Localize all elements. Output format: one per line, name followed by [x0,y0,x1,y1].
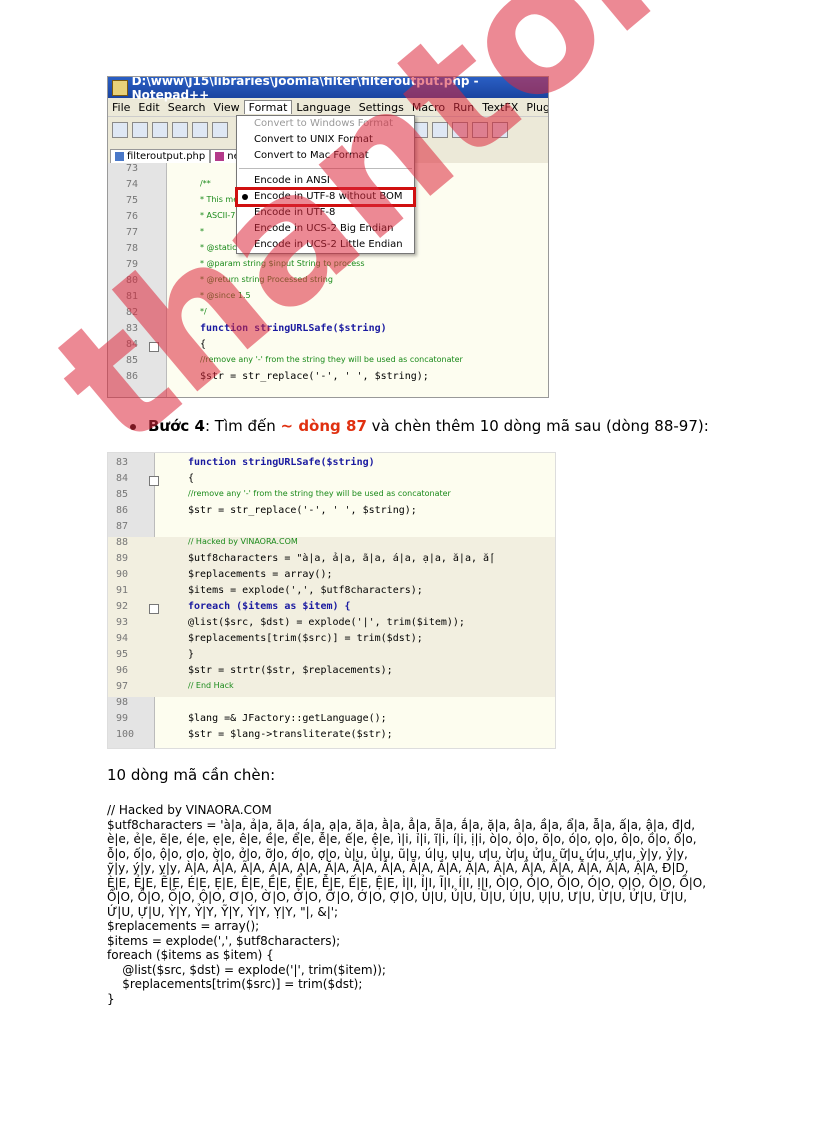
code-line: 90 $replacements = array(); [108,569,555,585]
menu-item-label: Encode in UTF-8 without BOM [254,191,403,202]
close-all-icon[interactable] [212,122,228,138]
code-line: 80 * @return string Processed string [126,275,333,286]
snippet-line: $replacements[trim($src)] = trim($dst); [107,977,363,991]
menu-plugins[interactable]: Plugins [522,101,548,114]
tab-filteroutput[interactable]: filteroutput.php [110,149,211,163]
menu-file[interactable]: File [108,101,134,114]
notepadpp-screenshot: D:\www\j15\libraries\joomla\filter\filte… [107,76,549,398]
fold-toggle-icon[interactable] [149,604,159,614]
code-line: 87 [116,521,129,532]
format-dropdown-menu: Convert to Windows Format Convert to UNI… [235,115,416,254]
snippet-line: // Hacked by VINAORA.COM [107,803,272,817]
menu-separator [239,168,412,169]
code-line: 100 $str = $lang->transliterate($str); [116,729,393,740]
step-text-rest: và chèn thêm 10 dòng mã sau (dòng 88-97)… [366,417,709,435]
notepad-app-icon [112,79,128,96]
snippet-line: foreach ($items as $item) { [107,948,274,962]
menu-bar: File Edit Search View Format Language Se… [108,98,548,116]
code-line: 85 //remove any '-' from the string they… [116,489,451,500]
menu-run[interactable]: Run [449,101,478,114]
save-all-icon[interactable] [172,122,188,138]
file-icon [215,152,225,161]
snippet-line: @list($src, $dst) = explode('|', trim($i… [107,962,386,977]
snippet-line: $utf8characters = 'à|a, ả|a, ã|a, á|a, ạ… [107,817,710,919]
menu-macro[interactable]: Macro [408,101,449,114]
menu-textfx[interactable]: TextFX [478,101,522,114]
open-file-icon[interactable] [132,122,148,138]
selected-bullet-icon [242,194,248,200]
window-title: D:\www\j15\libraries\joomla\filter\filte… [131,76,479,102]
code-screenshot: 83 function stringURLSafe($string) 84{ 85… [107,452,556,749]
snippet-line: $items = explode(',', $utf8characters); [107,933,341,948]
zoom-out-icon[interactable] [432,122,448,138]
step-label: Bước 4 [148,417,205,435]
code-line: 86 $str = str_replace('-', ' ', $string)… [116,505,417,516]
code-snippet: // Hacked by VINAORA.COM $utf8characters… [107,803,707,1006]
code-line: 97 // End Hack [108,681,555,697]
section-heading: 10 dòng mã cần chèn: [107,766,276,784]
snippet-line: } [107,991,115,1006]
menu-search[interactable]: Search [164,101,210,114]
close-icon[interactable] [192,122,208,138]
menu-item-convert-unix[interactable]: Convert to UNIX Format [237,132,414,148]
file-icon [115,152,124,161]
menu-format[interactable]: Format [243,100,293,114]
menu-language[interactable]: Language [292,101,354,114]
code-line: 82 */ [126,307,207,318]
step-text: : Tìm đến [204,417,281,435]
menu-settings[interactable]: Settings [355,101,408,114]
window-titlebar: D:\www\j15\libraries\joomla\filter\filte… [108,77,548,102]
menu-item-convert-mac[interactable]: Convert to Mac Format [237,148,414,164]
sync-vertical-icon[interactable] [452,122,468,138]
code-line: 88 // Hacked by VINAORA.COM [108,537,555,553]
code-line: 84{ [126,339,207,352]
menu-item-encode-utf8-no-bom[interactable]: Encode in UTF-8 without BOM [235,187,416,207]
menu-item-encode-ucs2-le[interactable]: Encode in UCS-2 Little Endian [237,237,414,253]
code-line: 99 $lang =& JFactory::getLanguage(); [116,713,387,724]
code-line: 81 * @since 1.5 [126,291,251,302]
menu-item-encode-ucs2-be[interactable]: Encode in UCS-2 Big Endian [237,221,414,237]
code-line: 83 function stringURLSafe($string) [126,323,387,334]
snippet-line: $replacements = array(); [107,919,260,933]
tab-label: filteroutput.php [127,151,206,162]
code-line: 91 $items = explode(',', $utf8characters… [108,585,555,601]
step-instruction: Bước 4: Tìm đến ~ dòng 87 và chèn thêm 1… [130,417,709,435]
menu-item-encode-utf8[interactable]: Encode in UTF-8 [237,205,414,221]
save-icon[interactable] [152,122,168,138]
word-wrap-icon[interactable] [492,122,508,138]
code-line: 96 $str = strtr($str, $replacements); [108,665,555,681]
code-line: 84{ [116,473,195,486]
menu-edit[interactable]: Edit [134,101,163,114]
code-line: 89 $utf8characters = "à|a, ả|a, ã|a, á|a… [108,553,555,569]
menu-item-encode-ansi[interactable]: Encode in ANSI [237,173,414,189]
step-highlight: ~ dòng 87 [280,417,367,435]
code-line: 94 $replacements[trim($src)] = trim($dst… [108,633,555,649]
menu-item-convert-windows: Convert to Windows Format [254,118,393,129]
code-line: 92 foreach ($items as $item) { [108,601,555,617]
code-line: 83 function stringURLSafe($string) [116,457,375,468]
bullet-icon [130,423,136,430]
code-line: 85 //remove any '-' from the string they… [126,355,463,366]
code-line: 86 $str = str_replace('-', ' ', $string)… [126,371,429,382]
code-line: 98 [116,697,129,708]
code-line: 95 } [108,649,555,665]
fold-toggle-icon[interactable] [149,342,159,352]
menu-view[interactable]: View [210,101,244,114]
fold-toggle-icon[interactable] [149,476,159,486]
new-file-icon[interactable] [112,122,128,138]
sync-horizontal-icon[interactable] [472,122,488,138]
code-line: 93 @list($src, $dst) = explode('|', trim… [108,617,555,633]
code-line: 79 * @param string $input String to proce… [126,259,365,270]
